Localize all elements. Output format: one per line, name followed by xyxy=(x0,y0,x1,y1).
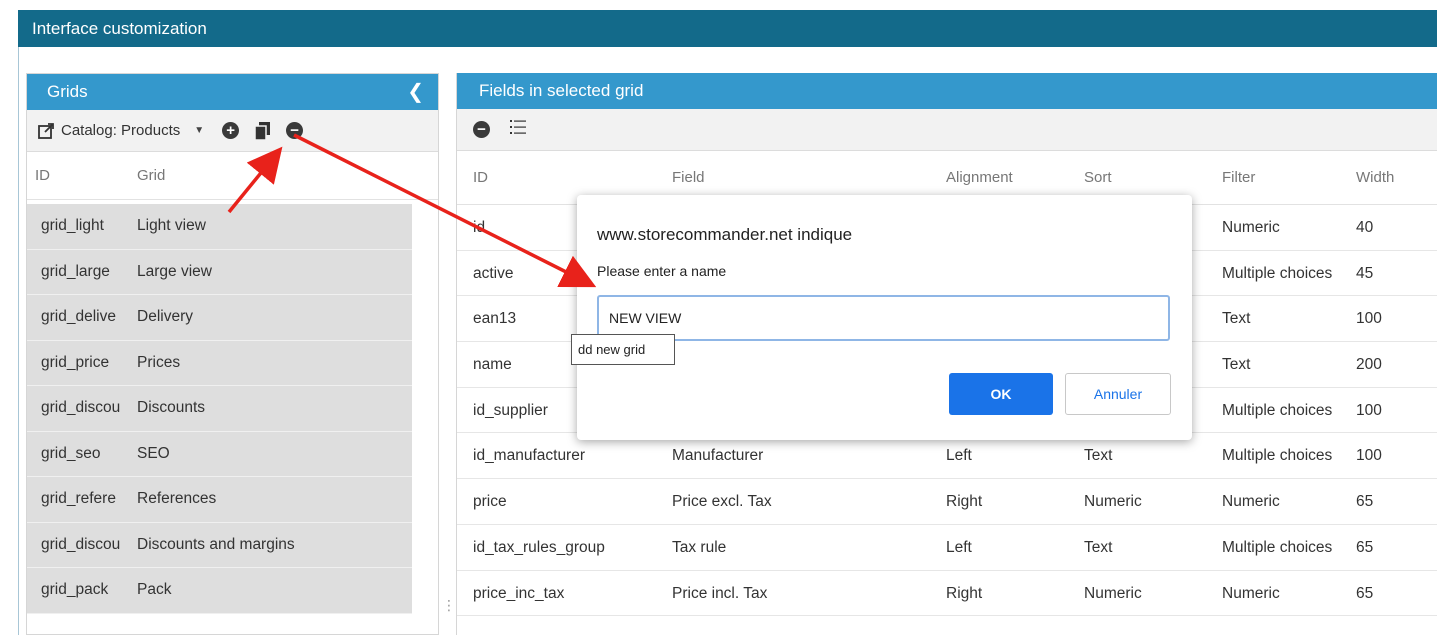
column-id[interactable]: ID xyxy=(27,167,137,184)
add-circle-icon[interactable]: + xyxy=(222,122,240,139)
grids-column-header: ID Grid xyxy=(27,152,438,200)
window-title: Interface customization xyxy=(18,10,1437,47)
fields-panel-title: Fields in selected grid xyxy=(457,73,1437,109)
chevron-left-icon[interactable]: ❮ xyxy=(407,74,424,110)
name-input[interactable] xyxy=(597,295,1170,341)
list-icon[interactable] xyxy=(510,119,526,140)
table-row[interactable]: price Price excl. Tax Right Numeric Numeric 6… xyxy=(457,479,1437,525)
column-id[interactable]: ID xyxy=(473,169,488,186)
table-row[interactable]: grid_refere References xyxy=(27,477,412,523)
dialog-message: Please enter a name xyxy=(597,263,727,279)
grids-panel: Grids ❮ Catalog: Products ▼ + − ID Grid … xyxy=(26,73,439,635)
chevron-down-icon[interactable]: ▼ xyxy=(194,125,204,136)
grids-panel-title: Grids xyxy=(47,82,88,101)
tooltip: dd new grid xyxy=(571,334,675,365)
grids-toolbar: Catalog: Products ▼ + − xyxy=(27,110,438,152)
fields-toolbar: − xyxy=(457,109,1437,151)
table-row[interactable]: id_tax_rules_group Tax rule Left Text Multip… xyxy=(457,525,1437,571)
grids-list: grid_light Light view grid_large Large vie… xyxy=(27,204,412,614)
column-sort[interactable]: Sort xyxy=(1084,169,1112,186)
copy-icon[interactable] xyxy=(255,121,271,140)
ok-button[interactable]: OK xyxy=(949,373,1053,415)
table-row[interactable]: grid_large Large view xyxy=(27,250,412,295)
catalog-selector[interactable]: Catalog: Products xyxy=(61,122,180,139)
column-width[interactable]: Width xyxy=(1356,169,1394,186)
external-link-icon[interactable] xyxy=(37,122,55,140)
table-row[interactable]: grid_price Prices xyxy=(27,341,412,386)
table-row[interactable]: grid_delive Delivery xyxy=(27,295,412,341)
column-alignment[interactable]: Alignment xyxy=(946,169,1013,186)
table-row[interactable]: grid_discou Discounts xyxy=(27,386,412,432)
cancel-button[interactable]: Annuler xyxy=(1065,373,1171,415)
panel-splitter[interactable]: ⋮ xyxy=(442,590,456,620)
table-row[interactable]: grid_pack Pack xyxy=(27,568,412,614)
table-row[interactable]: grid_light Light view xyxy=(27,204,412,250)
grids-panel-header: Grids ❮ xyxy=(27,74,438,110)
column-grid[interactable]: Grid xyxy=(137,167,165,184)
remove-circle-icon[interactable]: − xyxy=(473,121,490,138)
table-row[interactable]: grid_discou Discounts and margins xyxy=(27,523,412,568)
table-row[interactable]: price_inc_tax Price incl. Tax Right Numeric… xyxy=(457,571,1437,617)
column-filter[interactable]: Filter xyxy=(1222,169,1350,186)
column-field[interactable]: Field xyxy=(672,169,705,186)
prompt-dialog: www.storecommander.net indique Please en… xyxy=(577,195,1192,440)
dialog-title: www.storecommander.net indique xyxy=(597,225,853,244)
table-row[interactable]: id_manufacturer Manufacturer Left Text Multi… xyxy=(457,433,1437,480)
remove-circle-icon[interactable]: − xyxy=(286,122,304,139)
table-row[interactable]: grid_seo SEO xyxy=(27,432,412,477)
